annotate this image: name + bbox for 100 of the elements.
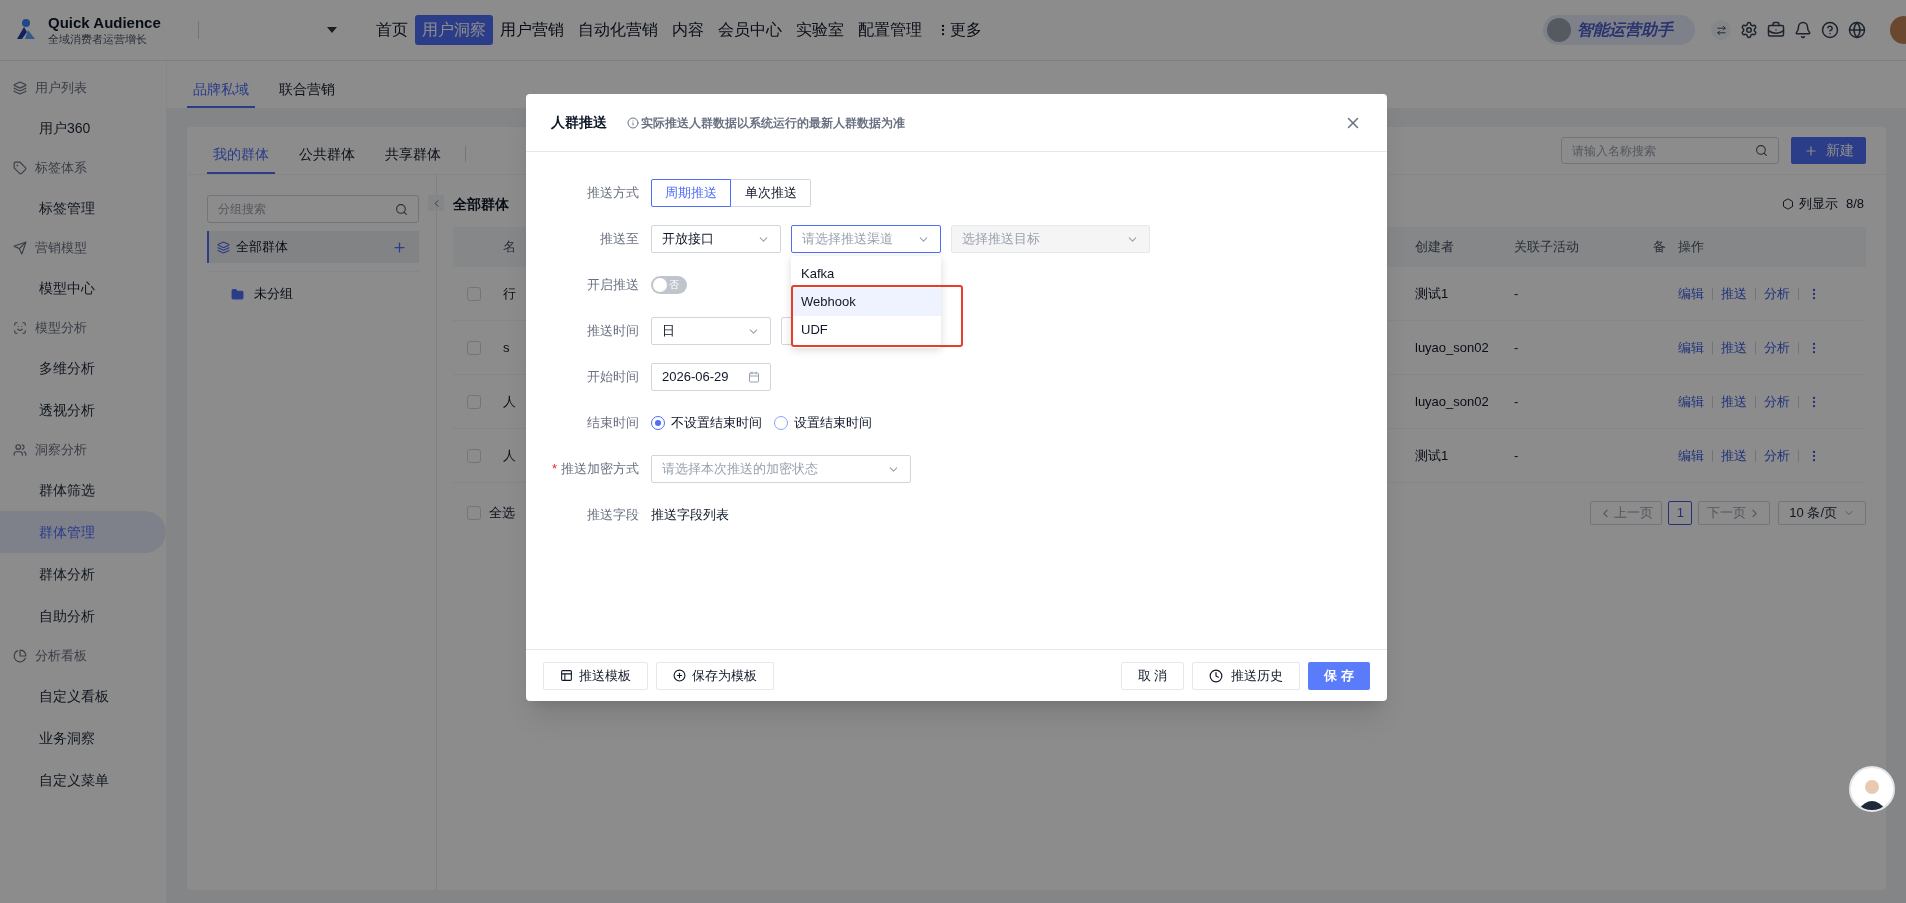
checkbox[interactable] (467, 506, 481, 520)
globe-icon[interactable] (1848, 21, 1866, 39)
top-tab[interactable]: 品牌私域 (187, 72, 255, 108)
action-link[interactable]: 推送 (1721, 283, 1747, 304)
assistant-button[interactable]: 智能运营助手 (1543, 15, 1695, 45)
calendar-icon (748, 371, 760, 383)
top-tab[interactable]: 联合营销 (273, 72, 341, 108)
nav-tab[interactable]: 会员中心 (711, 15, 789, 45)
dialog-notice: 实际推送人群数据以系统运行的最新人群数据为准 (641, 114, 905, 132)
sidebar-item[interactable]: 用户360 (0, 107, 166, 149)
page-size-select[interactable]: 10 条/页 (1778, 501, 1866, 525)
select-field[interactable]: 开放接口 (651, 225, 781, 253)
action-link[interactable]: 编辑 (1678, 391, 1704, 412)
checkbox[interactable] (467, 286, 481, 301)
action-link[interactable]: 分析 (1764, 391, 1790, 412)
sidebar-group-title: 洞察分析 (35, 441, 87, 460)
sidebar-item[interactable]: 自定义看板 (0, 675, 166, 717)
action-link[interactable]: 编辑 (1678, 445, 1704, 466)
page-button[interactable]: 1 (1668, 501, 1693, 525)
nav-tab[interactable]: 配置管理 (851, 15, 929, 45)
footer-button[interactable]: 取 消 (1120, 661, 1185, 690)
briefcase-icon[interactable] (1767, 21, 1785, 39)
sidebar-item[interactable]: 标签管理 (0, 187, 166, 229)
sidebar-item[interactable]: 透视分析 (0, 389, 166, 431)
table-cell: luyao_son02 (1415, 339, 1489, 355)
plus-icon[interactable] (392, 239, 407, 255)
radio-label[interactable]: 设置结束时间 (794, 413, 872, 433)
list-title: 全部群体 (453, 194, 509, 214)
select-field[interactable]: 日 (651, 317, 771, 345)
nav-tab[interactable]: 用户营销 (493, 15, 571, 45)
sidebar-item[interactable]: 多维分析 (0, 347, 166, 389)
table-cell: 测试1 (1415, 285, 1449, 301)
tree-item[interactable]: 未分组 (207, 278, 419, 310)
action-link[interactable]: 分析 (1764, 337, 1790, 358)
sidebar-item[interactable]: 群体分析 (0, 553, 166, 595)
table-cell: 测试1 (1415, 447, 1449, 463)
field-label: 开始时间 (587, 368, 639, 387)
nav-tab[interactable]: 更多 (929, 15, 989, 45)
sidebar-item[interactable]: 群体筛选 (0, 469, 166, 511)
sidebar-group-title: 模型分析 (35, 319, 87, 338)
table-cell: luyao_son02 (1415, 393, 1489, 409)
nav-tab[interactable]: 内容 (665, 15, 711, 45)
swap-icon[interactable] (1711, 20, 1731, 40)
table-cell: - (1514, 285, 1519, 301)
checkbox[interactable] (467, 394, 481, 409)
action-link[interactable]: 推送 (1721, 337, 1747, 358)
hexagon-icon[interactable] (1781, 198, 1794, 210)
action-link[interactable]: 分析 (1764, 445, 1790, 466)
field-label: 推送方式 (587, 184, 639, 203)
segment-button[interactable]: 单次推送 (731, 179, 811, 207)
field-label: 推送字段 (587, 506, 639, 525)
nav-tab[interactable]: 用户洞察 (415, 15, 493, 45)
action-link[interactable]: 推送 (1721, 391, 1747, 412)
action-link[interactable]: 推送 (1721, 445, 1747, 466)
settings-icon[interactable] (1740, 21, 1758, 39)
footer-button[interactable]: 保 存 (1308, 661, 1370, 690)
checkbox[interactable] (467, 340, 481, 355)
nav-tab[interactable]: 自动化营销 (571, 15, 665, 45)
group-tab[interactable]: 共享群体 (379, 136, 447, 174)
sidebar-item[interactable]: 模型中心 (0, 267, 166, 309)
new-button[interactable]: 新建 (1791, 137, 1866, 164)
help-icon[interactable] (1821, 21, 1839, 39)
column-count: 8/8 (1845, 195, 1864, 214)
dropdown-option[interactable]: Webhook (791, 288, 941, 316)
required-mark: * (551, 460, 557, 479)
select-all-label[interactable]: 全选 (489, 503, 515, 523)
sidebar-item[interactable]: 业务洞察 (0, 717, 166, 759)
nav-tab[interactable]: 实验室 (789, 15, 851, 45)
action-link[interactable]: 分析 (1764, 283, 1790, 304)
group-tab[interactable]: 我的群体 (207, 136, 275, 174)
dropdown-option[interactable]: Kafka (791, 260, 941, 288)
footer-button[interactable]: 推送历史 (1192, 661, 1301, 690)
column-header: 备 (1653, 239, 1666, 255)
sidebar-item[interactable]: 自定义菜单 (0, 759, 166, 801)
select-field[interactable]: 请选择推送渠道 (791, 225, 941, 253)
select-field[interactable]: 请选择本次推送的加密状态 (651, 455, 911, 483)
radio-label[interactable]: 不设置结束时间 (671, 413, 762, 433)
app-title: Quick Audience (48, 13, 161, 33)
group-tab[interactable]: 公共群体 (293, 136, 361, 174)
segment-button[interactable]: 周期推送 (651, 179, 731, 207)
table-cell: 行 (503, 285, 516, 301)
footer-button[interactable]: 保存为模板 (656, 661, 774, 690)
nav-tab[interactable]: 首页 (369, 15, 415, 45)
column-header: 创建者 (1415, 239, 1454, 255)
action-link[interactable]: 编辑 (1678, 337, 1704, 358)
checkbox[interactable] (467, 448, 481, 463)
tag-icon (13, 161, 27, 175)
action-link[interactable]: 编辑 (1678, 283, 1704, 304)
footer-button[interactable]: 推送模板 (543, 661, 648, 690)
tree-item[interactable]: 全部群体 (207, 231, 419, 263)
bell-icon[interactable] (1794, 21, 1812, 39)
field-label: 推送加密方式 (561, 460, 639, 479)
field-label: 推送时间 (587, 322, 639, 341)
sidebar-item[interactable]: 自助分析 (0, 595, 166, 637)
caret-icon[interactable] (327, 27, 337, 33)
pie-chart-icon (13, 649, 27, 663)
date-field[interactable]: 2026-06-29 (651, 363, 771, 391)
column-display-label[interactable]: 列显示 (1798, 194, 1838, 214)
logo-icon (14, 18, 38, 42)
table-cell: s (503, 339, 510, 355)
